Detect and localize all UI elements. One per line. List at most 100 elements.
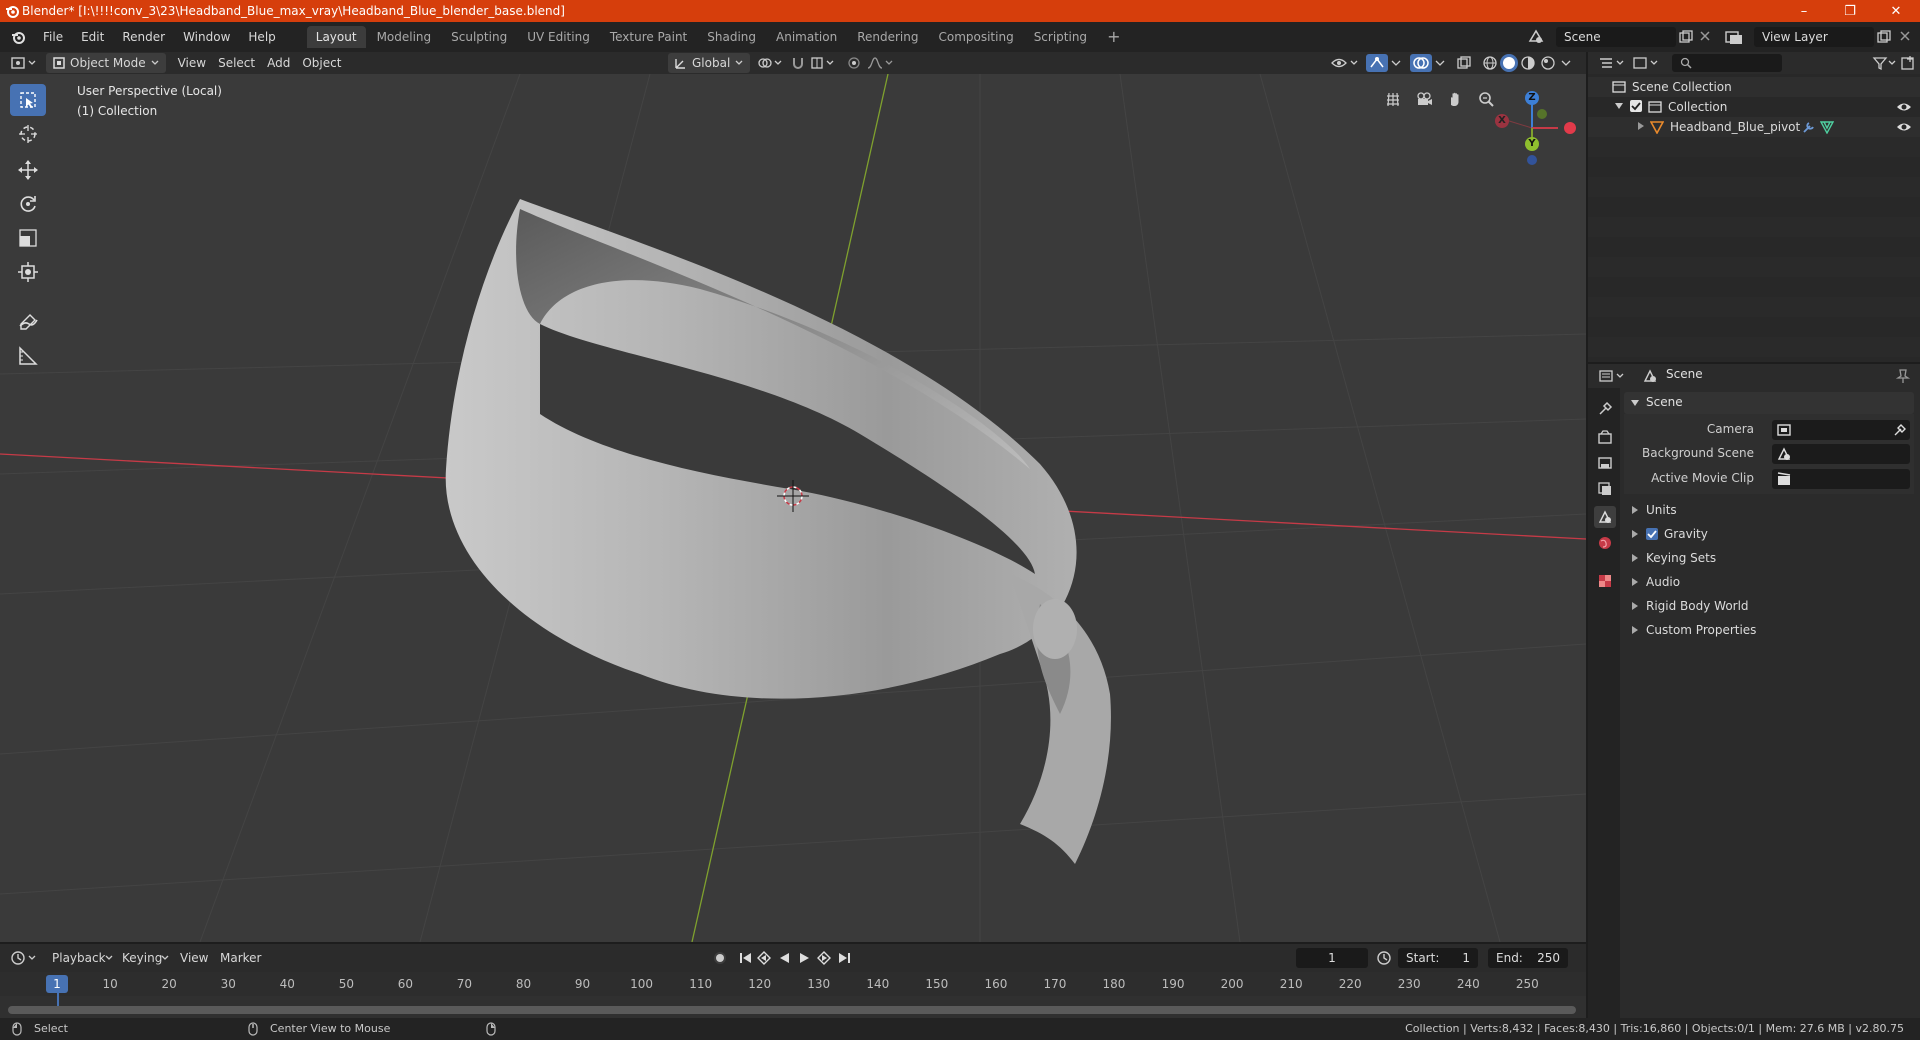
tool-properties-tab[interactable]	[1594, 398, 1616, 420]
cursor-tool[interactable]	[10, 118, 46, 150]
modifier-wrench-icon[interactable]	[1802, 120, 1816, 134]
overlays-options-icon[interactable]	[1434, 55, 1446, 71]
add-workspace-button[interactable]: +	[1098, 26, 1129, 48]
menu-window[interactable]: Window	[174, 22, 239, 52]
tab-rendering[interactable]: Rendering	[848, 26, 927, 48]
wireframe-shading-icon[interactable]	[1482, 55, 1498, 71]
tab-texture-paint[interactable]: Texture Paint	[601, 26, 696, 48]
outliner-row-collection[interactable]: Collection	[1588, 97, 1920, 117]
pivot-point-icon[interactable]	[756, 55, 784, 71]
gravity-section[interactable]: Gravity	[1624, 524, 1914, 544]
proportional-falloff-icon[interactable]	[866, 55, 894, 71]
active-movie-clip-field[interactable]	[1772, 469, 1910, 489]
solid-shading-toggle[interactable]	[1500, 54, 1518, 72]
audio-section[interactable]: Audio	[1624, 572, 1914, 592]
world-properties-tab[interactable]	[1594, 532, 1616, 554]
visibility-selectability-icon[interactable]	[1330, 55, 1360, 71]
camera-view-icon[interactable]	[1411, 86, 1437, 112]
scene-selector[interactable]: Scene	[1556, 27, 1676, 47]
new-collection-icon[interactable]	[1900, 55, 1916, 71]
display-mode-icon[interactable]	[1632, 55, 1660, 71]
rotate-tool[interactable]	[10, 188, 46, 220]
properties-editor-type-icon[interactable]	[1598, 368, 1626, 384]
custom-properties-section[interactable]: Custom Properties	[1624, 620, 1914, 640]
show-gizmo-toggle[interactable]	[1366, 54, 1388, 72]
gizmo-z-label[interactable]: Z	[1525, 91, 1539, 105]
jump-to-keyframe-back-icon[interactable]	[756, 950, 772, 966]
show-overlays-toggle[interactable]	[1410, 54, 1432, 72]
proportional-editing-icon[interactable]	[846, 55, 862, 71]
outliner-row-object[interactable]: Headband_Blue_pivot	[1588, 117, 1920, 137]
menu-playback[interactable]: Playback	[46, 948, 112, 968]
pin-icon[interactable]	[1896, 368, 1910, 384]
preview-range-icon[interactable]	[1376, 950, 1392, 966]
select-box-tool[interactable]	[10, 84, 46, 116]
shading-options-icon[interactable]	[1560, 55, 1572, 71]
minimize-button[interactable]: –	[1781, 0, 1827, 22]
gizmo-options-icon[interactable]	[1390, 55, 1402, 71]
toggle-grid-icon[interactable]	[1380, 86, 1406, 112]
gizmo-y-label[interactable]: Y	[1525, 137, 1539, 151]
menu-select[interactable]: Select	[212, 53, 261, 73]
jump-to-end-icon[interactable]	[836, 950, 852, 966]
menu-file[interactable]: File	[34, 22, 72, 52]
play-icon[interactable]	[796, 950, 812, 966]
camera-field[interactable]	[1772, 420, 1910, 440]
snap-toggle-icon[interactable]	[790, 55, 806, 71]
tab-scripting[interactable]: Scripting	[1025, 26, 1096, 48]
annotate-tool[interactable]	[10, 306, 46, 338]
texture-properties-tab[interactable]	[1594, 570, 1616, 592]
start-frame-field[interactable]: Start: 1	[1398, 948, 1478, 968]
menu-object[interactable]: Object	[296, 53, 347, 73]
jump-to-start-icon[interactable]	[738, 950, 754, 966]
scale-tool[interactable]	[10, 222, 46, 254]
scene-properties-tab[interactable]	[1594, 506, 1616, 528]
scene-panel-header[interactable]: Scene	[1624, 392, 1914, 414]
material-preview-icon[interactable]	[1520, 55, 1536, 71]
snap-target-icon[interactable]	[810, 55, 836, 71]
collection-checkbox[interactable]	[1630, 100, 1642, 112]
gravity-checkbox[interactable]	[1646, 528, 1658, 540]
playhead-frame-indicator[interactable]: 1	[46, 975, 68, 993]
menu-edit[interactable]: Edit	[72, 22, 113, 52]
3d-viewport[interactable]: User Perspective (Local) (1) Collection …	[0, 74, 1586, 942]
rendered-shading-icon[interactable]	[1540, 55, 1556, 71]
tab-sculpting[interactable]: Sculpting	[442, 26, 516, 48]
tab-layout[interactable]: Layout	[306, 26, 366, 48]
background-scene-field[interactable]	[1772, 444, 1910, 464]
current-frame-field[interactable]: 1	[1296, 948, 1368, 968]
tab-uv-editing[interactable]: UV Editing	[518, 26, 599, 48]
transform-tool[interactable]	[10, 256, 46, 288]
units-section[interactable]: Units	[1624, 500, 1914, 520]
auto-keying-record-icon[interactable]	[712, 950, 728, 966]
menu-marker[interactable]: Marker	[214, 948, 267, 968]
xray-toggle-icon[interactable]	[1456, 55, 1472, 71]
tab-shading[interactable]: Shading	[698, 26, 765, 48]
delete-view-layer-icon[interactable]	[1898, 29, 1912, 43]
timeline-scrollbar[interactable]	[8, 1006, 1576, 1014]
object-visibility-eye-icon[interactable]	[1896, 120, 1912, 134]
transform-orientation-selector[interactable]: Global	[668, 53, 751, 73]
timeline-editor-type-icon[interactable]	[10, 950, 38, 966]
collection-visibility-eye-icon[interactable]	[1896, 100, 1912, 114]
view-layer-selector[interactable]: View Layer	[1754, 27, 1874, 47]
expand-collection-icon[interactable]	[1614, 101, 1624, 111]
move-tool[interactable]	[10, 154, 46, 186]
expand-object-icon[interactable]	[1636, 121, 1646, 131]
filter-icon[interactable]	[1872, 55, 1898, 71]
menu-add[interactable]: Add	[261, 53, 296, 73]
new-view-layer-icon[interactable]	[1876, 29, 1892, 45]
jump-to-keyframe-forward-icon[interactable]	[816, 950, 832, 966]
close-button[interactable]: ✕	[1873, 0, 1919, 22]
play-reverse-icon[interactable]	[776, 950, 792, 966]
menu-render[interactable]: Render	[113, 22, 174, 52]
tab-modeling[interactable]: Modeling	[368, 26, 441, 48]
pan-view-icon[interactable]	[1442, 86, 1468, 112]
menu-view[interactable]: View	[172, 53, 212, 73]
rigid-body-world-section[interactable]: Rigid Body World	[1624, 596, 1914, 616]
scene-browse-icon[interactable]	[1526, 27, 1546, 47]
keying-sets-section[interactable]: Keying Sets	[1624, 548, 1914, 568]
tab-animation[interactable]: Animation	[767, 26, 846, 48]
maximize-button[interactable]: ❐	[1827, 0, 1873, 22]
tab-compositing[interactable]: Compositing	[929, 26, 1022, 48]
